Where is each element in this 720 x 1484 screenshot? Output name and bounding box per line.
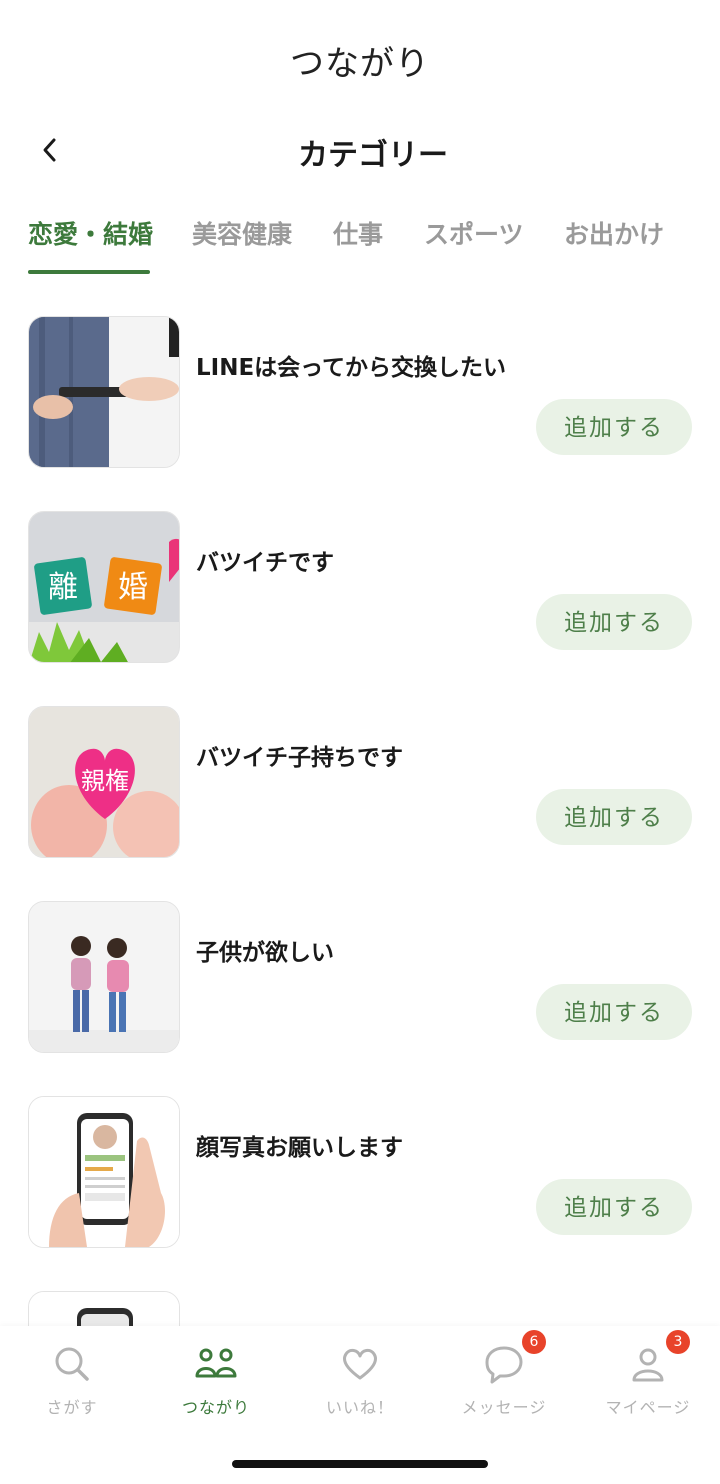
nav-label: つながり xyxy=(181,1398,250,1417)
thumbnail-image xyxy=(28,316,180,468)
user-icon xyxy=(632,1348,664,1382)
list-item: 親権 バツイチ子持ちです 追加する xyxy=(0,706,720,858)
add-button[interactable]: 追加する xyxy=(536,399,692,455)
chat-icon xyxy=(485,1346,523,1384)
thumbnail-image: 離 婚 xyxy=(28,511,180,663)
nav-connections[interactable]: つながり xyxy=(144,1342,288,1432)
nav-label: マイページ xyxy=(605,1398,691,1417)
tab-work[interactable]: 仕事 xyxy=(333,214,383,270)
home-indicator xyxy=(232,1460,488,1468)
list-item: LINEは会ってから交換したい 追加する xyxy=(0,316,720,468)
nav-label: メッセージ xyxy=(461,1398,547,1417)
nav-mypage[interactable]: 3 マイページ xyxy=(576,1330,720,1432)
mypage-badge: 3 xyxy=(666,1330,690,1354)
category-header: カテゴリー xyxy=(0,120,720,184)
heart-icon xyxy=(343,1348,377,1380)
message-badge: 6 xyxy=(522,1330,546,1354)
list-item: 子供が欲しい 追加する xyxy=(0,901,720,1053)
thumb-text-divorce-1: 離 xyxy=(48,570,78,605)
tab-beauty-health[interactable]: 美容健康 xyxy=(192,214,292,270)
add-button[interactable]: 追加する xyxy=(536,594,692,650)
item-title: バツイチです xyxy=(196,550,334,576)
category-tabs: 恋愛・結婚 美容健康 仕事 スポーツ お出かけ xyxy=(0,214,720,276)
tab-outing[interactable]: お出かけ xyxy=(564,214,664,270)
thumbnail-image xyxy=(28,1096,180,1248)
nav-messages[interactable]: 6 メッセージ xyxy=(432,1330,576,1432)
people-icon xyxy=(195,1348,237,1378)
app-title: つながり xyxy=(290,44,430,84)
tab-romance-marriage[interactable]: 恋愛・結婚 xyxy=(28,214,153,270)
item-title: 子供が欲しい xyxy=(196,940,334,966)
nav-search[interactable]: さがす xyxy=(0,1342,144,1432)
item-title: バツイチ子持ちです xyxy=(196,745,403,771)
nav-label: いいね！ xyxy=(325,1398,394,1417)
thumbnail-image: 親権 xyxy=(28,706,180,858)
nav-label: さがす xyxy=(46,1398,98,1417)
list-item: 顔写真お願いします 追加する xyxy=(0,1096,720,1248)
page-title: カテゴリー xyxy=(298,138,448,173)
list-item xyxy=(0,1291,720,1326)
add-button[interactable]: 追加する xyxy=(536,1179,692,1235)
nav-likes[interactable]: いいね！ xyxy=(288,1342,432,1432)
thumb-text-custody: 親権 xyxy=(81,767,129,795)
item-title: LINEは会ってから交換したい xyxy=(196,355,507,381)
add-button[interactable]: 追加する xyxy=(536,789,692,845)
thumbnail-image xyxy=(28,1291,180,1326)
thumbnail-image xyxy=(28,901,180,1053)
list-item: 離 婚 バツイチです 追加する xyxy=(0,511,720,663)
active-tab-indicator xyxy=(28,270,150,274)
item-title: 顔写真お願いします xyxy=(196,1135,403,1161)
add-button[interactable]: 追加する xyxy=(536,984,692,1040)
search-icon xyxy=(55,1347,89,1381)
thumb-text-divorce-2: 婚 xyxy=(118,570,148,605)
tab-sports[interactable]: スポーツ xyxy=(424,214,524,270)
